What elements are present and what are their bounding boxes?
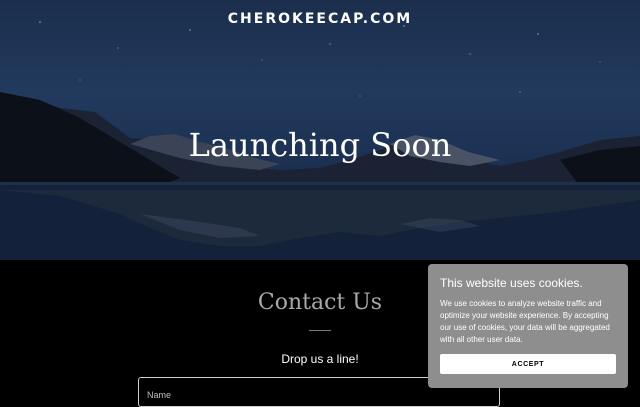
title-divider xyxy=(309,330,331,331)
hero-title: Launching Soon xyxy=(188,126,452,164)
site-name[interactable]: CHEROKEECAP.COM xyxy=(0,11,640,27)
hero-section: CHEROKEECAP.COM Launching Soon xyxy=(0,0,640,260)
cookie-title: This website uses cookies. xyxy=(440,276,583,290)
cookie-banner: This website uses cookies. We use cookie… xyxy=(428,264,628,388)
accept-button[interactable]: ACCEPT xyxy=(440,354,616,374)
cookie-text: We use cookies to analyze website traffi… xyxy=(440,299,610,344)
